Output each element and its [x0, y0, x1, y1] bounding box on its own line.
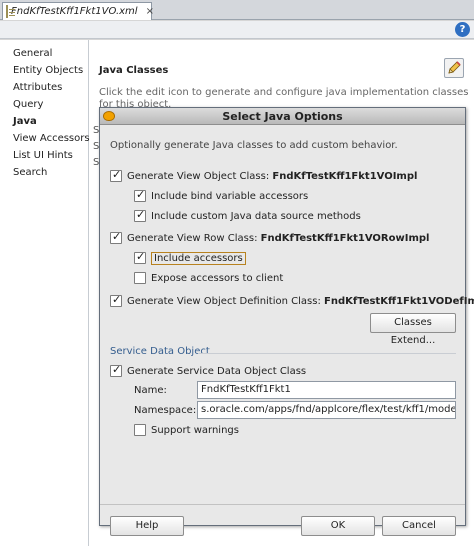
generate-view-object-class-checkbox[interactable]: Generate View Object Class: FndKfTestKff… [110, 168, 417, 184]
document-tab-bar: FndKfTestKff1Fkt1VO.xml × [0, 0, 474, 20]
include-custom-datasource-methods-label: Include custom Java data source methods [151, 210, 361, 222]
nav-item-java[interactable]: Java [0, 113, 88, 130]
nav-item-search[interactable]: Search [0, 164, 88, 181]
section-divider [198, 353, 456, 354]
definition-class-label: Generate View Object Definition Class: [127, 295, 324, 307]
select-java-options-dialog: Select Java Options Optionally generate … [99, 107, 474, 536]
checkbox-checked[interactable] [110, 363, 122, 377]
sdo-namespace-field[interactable]: s.oracle.com/apps/fnd/applcore/flex/test… [197, 401, 456, 419]
name-label: Name: [134, 385, 167, 396]
document-tab-title: FndKfTestKff1Fkt1VO.xml [11, 6, 138, 17]
nav-item-query[interactable]: Query [0, 96, 88, 113]
include-bind-variable-accessors-label: Include bind variable accessors [151, 190, 309, 202]
definition-class-name: FndKfTestKff1Fkt1VODefImpl [324, 295, 474, 307]
checkbox-checked[interactable] [110, 230, 122, 244]
view-row-class-name: FndKfTestKff1Fkt1VORowImpl [260, 232, 430, 244]
help-icon[interactable]: ? [455, 22, 470, 37]
generate-sdo-class-label: Generate Service Data Object Class [127, 365, 307, 377]
namespace-label: Namespace: [134, 405, 197, 416]
include-bind-variable-accessors-checkbox[interactable]: Include bind variable accessors [134, 188, 308, 204]
expose-accessors-checkbox[interactable]: Expose accessors to client [134, 270, 283, 286]
nav-item-general[interactable]: General [0, 45, 88, 62]
view-object-class-name: FndKfTestKff1Fkt1VOImpl [272, 170, 418, 182]
editor-toolbar: ? [0, 21, 474, 39]
document-tab[interactable]: FndKfTestKff1Fkt1VO.xml × [2, 2, 154, 20]
include-accessors-checkbox[interactable]: Include accessors [134, 250, 246, 266]
view-row-class-label: Generate View Row Class: [127, 232, 261, 244]
view-object-class-label: Generate View Object Class: [127, 170, 273, 182]
include-accessors-label: Include accessors [151, 251, 246, 265]
xml-file-icon [6, 5, 15, 18]
ok-button[interactable]: OK [301, 516, 375, 536]
support-warnings-checkbox[interactable]: Support warnings [134, 422, 239, 438]
checkbox-checked[interactable] [134, 250, 146, 264]
help-button[interactable]: Help [110, 516, 184, 536]
generate-sdo-class-checkbox[interactable]: Generate Service Data Object Class [110, 363, 306, 379]
button-bar-divider [100, 504, 465, 505]
pencil-icon [448, 61, 461, 74]
checkbox-checked[interactable] [134, 208, 146, 222]
nav-item-attributes[interactable]: Attributes [0, 79, 88, 96]
service-data-object-heading: Service Data Object [110, 346, 210, 357]
sdo-name-field[interactable]: FndKfTestKff1Fkt1 [197, 381, 456, 399]
dialog-body: Optionally generate Java classes to add … [100, 125, 474, 536]
dialog-titlebar[interactable]: Select Java Options [100, 108, 465, 125]
generate-definition-class-checkbox[interactable]: Generate View Object Definition Class: F… [110, 293, 474, 309]
checkbox-checked[interactable] [110, 293, 122, 307]
expose-accessors-label: Expose accessors to client [151, 272, 284, 284]
checkbox-checked[interactable] [134, 188, 146, 202]
dialog-title: Select Java Options [222, 110, 343, 123]
dialog-intro-text: Optionally generate Java classes to add … [110, 140, 398, 151]
checkbox-unchecked[interactable] [134, 272, 146, 284]
checkbox-checked[interactable] [110, 168, 122, 182]
support-warnings-label: Support warnings [151, 424, 239, 436]
editor-navigation: General Entity Objects Attributes Query … [0, 40, 90, 546]
nav-item-list-ui-hints[interactable]: List UI Hints [0, 147, 88, 164]
checkbox-unchecked[interactable] [134, 424, 146, 436]
include-custom-datasource-methods-checkbox[interactable]: Include custom Java data source methods [134, 208, 361, 224]
generate-view-row-class-checkbox[interactable]: Generate View Row Class: FndKfTestKff1Fk… [110, 230, 429, 246]
nav-item-view-accessors[interactable]: View Accessors [0, 130, 90, 147]
cancel-button[interactable]: Cancel [382, 516, 456, 536]
edit-java-classes-button[interactable] [444, 58, 464, 78]
classes-extend-button[interactable]: Classes Extend... [370, 313, 456, 346]
jdeveloper-app-icon [103, 111, 115, 121]
java-classes-heading: Java Classes [99, 65, 169, 76]
nav-item-entity-objects[interactable]: Entity Objects [0, 62, 88, 79]
close-tab-icon[interactable]: × [146, 6, 154, 17]
